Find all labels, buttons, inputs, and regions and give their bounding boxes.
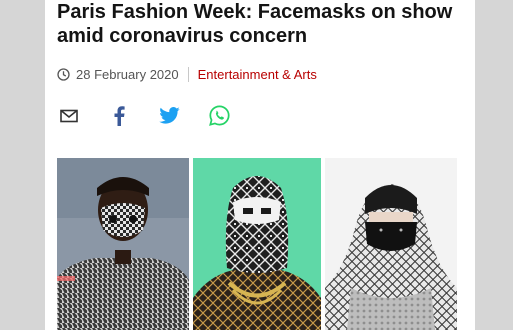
model-in-houndstooth-mask <box>57 158 189 330</box>
model-in-black-mask-and-scarf <box>325 158 457 330</box>
category-link[interactable]: Entertainment & Arts <box>198 67 317 82</box>
share-email-button[interactable] <box>57 106 81 130</box>
article-meta: 28 February 2020 Entertainment & Arts <box>57 66 317 82</box>
share-bar <box>57 105 257 131</box>
model-in-patterned-balaclava <box>193 158 321 330</box>
share-twitter-button[interactable] <box>157 106 181 130</box>
share-facebook-button[interactable] <box>107 105 131 131</box>
whatsapp-icon <box>208 105 230 131</box>
meta-divider <box>187 66 189 82</box>
article-page: Paris Fashion Week: Facemasks on show am… <box>45 0 475 330</box>
facebook-icon <box>113 105 125 131</box>
clock-icon <box>57 67 70 81</box>
twitter-icon <box>158 107 180 129</box>
article-date: 28 February 2020 <box>76 66 179 82</box>
share-whatsapp-button[interactable] <box>207 105 231 131</box>
email-icon <box>60 109 78 128</box>
photo-strip <box>57 158 457 330</box>
article-headline: Paris Fashion Week: Facemasks on show am… <box>57 1 453 47</box>
